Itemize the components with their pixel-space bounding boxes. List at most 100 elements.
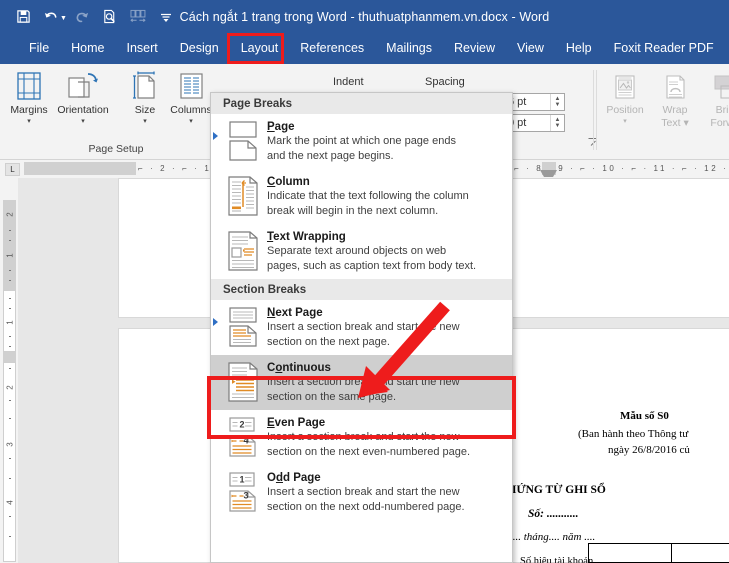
read-mode-icon[interactable] bbox=[125, 4, 151, 30]
bring-forward-label-1: Brin bbox=[716, 105, 729, 116]
bring-forward-icon bbox=[711, 68, 729, 102]
page-break-icon bbox=[221, 120, 265, 161]
tab-stop-selector[interactable]: L bbox=[5, 163, 20, 176]
bring-forward-label-2[interactable]: Forwa bbox=[710, 117, 729, 129]
menu-item-continuous[interactable]: ContinuousInsert a section break and sta… bbox=[211, 355, 512, 410]
menu-item-text-wrapping[interactable]: Text WrappingSeparate text around object… bbox=[211, 224, 512, 279]
ribbon-group-page-setup: Margins ▾ Orientation ▾ Size ▾ bbox=[0, 64, 226, 158]
column-break-icon bbox=[221, 175, 265, 216]
position-dropdown-icon[interactable]: ▾ bbox=[623, 117, 627, 125]
vruler-num-4: 4 bbox=[6, 497, 15, 509]
document-text-line: Mẫu số S0 bbox=[620, 410, 669, 422]
wrap-text-icon bbox=[661, 68, 689, 102]
menu-item-description-line-1: Insert a section break and start the new bbox=[267, 431, 504, 445]
size-icon bbox=[130, 68, 160, 102]
menu-item-body: Even PageInsert a section break and star… bbox=[265, 416, 504, 459]
continuous-break-icon bbox=[221, 361, 265, 402]
menu-item-page[interactable]: PageMark the point at which one page end… bbox=[211, 114, 512, 169]
spacing-before-stepper[interactable]: ▲▼ bbox=[550, 94, 564, 110]
menu-item-description-line-1: Insert a section break and start the new bbox=[267, 376, 504, 390]
vruler-num-2-top: 2 bbox=[6, 209, 15, 221]
tab-design[interactable]: Design bbox=[169, 33, 230, 64]
redo-icon[interactable] bbox=[69, 4, 95, 30]
menu-item-marker-icon bbox=[213, 318, 218, 326]
ruler-ticks-left: ⌐ · 2 · ⌐ · 1 bbox=[138, 162, 211, 175]
svg-text:2: 2 bbox=[239, 420, 244, 430]
menu-item-description-line-2: break will begin in the next column. bbox=[267, 205, 504, 219]
menu-item-odd-page[interactable]: 13Odd PageInsert a section break and sta… bbox=[211, 465, 512, 520]
menu-item-even-page[interactable]: 24Even PageInsert a section break and st… bbox=[211, 410, 512, 465]
save-icon[interactable] bbox=[10, 4, 36, 30]
tab-file[interactable]: File bbox=[18, 33, 60, 64]
margins-button[interactable]: Margins ▾ bbox=[2, 68, 56, 140]
tab-layout[interactable]: Layout bbox=[230, 33, 290, 64]
size-label: Size bbox=[135, 105, 155, 116]
undo-dropdown-icon[interactable]: ▼ bbox=[60, 15, 67, 22]
columns-label: Columns bbox=[170, 105, 211, 116]
tab-f[interactable]: F bbox=[725, 33, 729, 64]
menu-item-body: ColumnIndicate that the text following t… bbox=[265, 175, 504, 218]
margins-label: Margins bbox=[10, 105, 47, 116]
customize-qat-icon[interactable] bbox=[153, 4, 179, 30]
ribbon-tab-bar: FileHomeInsertDesignLayoutReferencesMail… bbox=[0, 33, 729, 64]
position-button[interactable]: Position ▾ bbox=[598, 68, 652, 140]
margins-icon bbox=[13, 68, 45, 102]
margins-dropdown-icon[interactable]: ▾ bbox=[27, 117, 31, 125]
page-setup-group-label: Page Setup bbox=[56, 143, 176, 155]
spacing-label: Spacing bbox=[425, 76, 465, 88]
menu-item-body: Next PageInsert a section break and star… bbox=[265, 306, 504, 349]
menu-item-description-line-1: Separate text around objects on web bbox=[267, 245, 504, 259]
position-icon bbox=[611, 68, 639, 102]
orientation-dropdown-icon[interactable]: ▾ bbox=[81, 117, 85, 125]
vertical-ruler[interactable]: 2 1 1 2 3 4 bbox=[0, 178, 19, 563]
title-bar: ▼ Cách ngắt 1 trang trong Word - thuthua… bbox=[0, 0, 729, 33]
menu-item-description-line-2: pages, such as caption text from body te… bbox=[267, 260, 504, 274]
menu-item-title: Next Page bbox=[267, 306, 504, 320]
bring-forward-button[interactable]: Brin Forwa bbox=[698, 68, 729, 140]
next-page-break-icon bbox=[221, 306, 265, 347]
menu-item-description-line-1: Insert a section break and start the new bbox=[267, 321, 504, 335]
menu-section-header: Section Breaks bbox=[211, 279, 512, 300]
document-text-line: Số hiệu tài khoản bbox=[520, 556, 593, 563]
tab-help[interactable]: Help bbox=[555, 33, 603, 64]
menu-item-body: Odd PageInsert a section break and start… bbox=[265, 471, 504, 514]
tab-foxit-reader-pdf[interactable]: Foxit Reader PDF bbox=[603, 33, 725, 64]
wrap-text-button[interactable]: Wrap Text ▾ bbox=[648, 68, 702, 140]
position-label: Position bbox=[606, 105, 643, 116]
menu-item-description-line-2: section on the same page. bbox=[267, 391, 504, 405]
document-text-line: IỨNG TỪ GHI SỔ bbox=[512, 484, 606, 496]
menu-item-title: Odd Page bbox=[267, 471, 504, 485]
wrap-text-dropdown-icon[interactable]: Text ▾ bbox=[661, 117, 688, 129]
spacing-after-stepper[interactable]: ▲▼ bbox=[550, 115, 564, 131]
menu-section-header: Page Breaks bbox=[211, 93, 512, 114]
even-page-break-icon: 24 bbox=[221, 416, 265, 457]
vruler-num-2: 2 bbox=[6, 382, 15, 394]
svg-text:4: 4 bbox=[243, 436, 248, 446]
menu-item-column[interactable]: ColumnIndicate that the text following t… bbox=[211, 169, 512, 224]
tab-mailings[interactable]: Mailings bbox=[375, 33, 443, 64]
size-dropdown-icon[interactable]: ▾ bbox=[143, 117, 147, 125]
tab-insert[interactable]: Insert bbox=[116, 33, 169, 64]
menu-item-description-line-1: Indicate that the text following the col… bbox=[267, 190, 504, 204]
text-wrapping-break-icon bbox=[221, 230, 265, 271]
document-text-line: Số: ........... bbox=[528, 508, 578, 520]
orientation-icon bbox=[66, 68, 100, 102]
menu-item-description-line-2: and the next page begins. bbox=[267, 150, 504, 164]
document-text-line: (Ban hành theo Thông tư bbox=[578, 428, 688, 440]
tab-view[interactable]: View bbox=[506, 33, 555, 64]
orientation-button[interactable]: Orientation ▾ bbox=[56, 68, 110, 140]
tab-review[interactable]: Review bbox=[443, 33, 506, 64]
document-text-line: ngày 26/8/2016 củ bbox=[608, 444, 690, 456]
columns-dropdown-icon[interactable]: ▾ bbox=[189, 117, 193, 125]
print-preview-icon[interactable] bbox=[97, 4, 123, 30]
columns-icon bbox=[176, 68, 206, 102]
menu-item-next-page[interactable]: Next PageInsert a section break and star… bbox=[211, 300, 512, 355]
svg-text:1: 1 bbox=[239, 475, 244, 485]
tab-home[interactable]: Home bbox=[60, 33, 115, 64]
menu-item-description-line-1: Mark the point at which one page ends bbox=[267, 135, 504, 149]
menu-item-description-line-2: section on the next even-numbered page. bbox=[267, 446, 504, 460]
breaks-dropdown-menu[interactable]: Page BreaksPageMark the point at which o… bbox=[210, 92, 513, 563]
menu-item-title: Column bbox=[267, 175, 504, 189]
menu-item-title: Even Page bbox=[267, 416, 504, 430]
tab-references[interactable]: References bbox=[289, 33, 375, 64]
